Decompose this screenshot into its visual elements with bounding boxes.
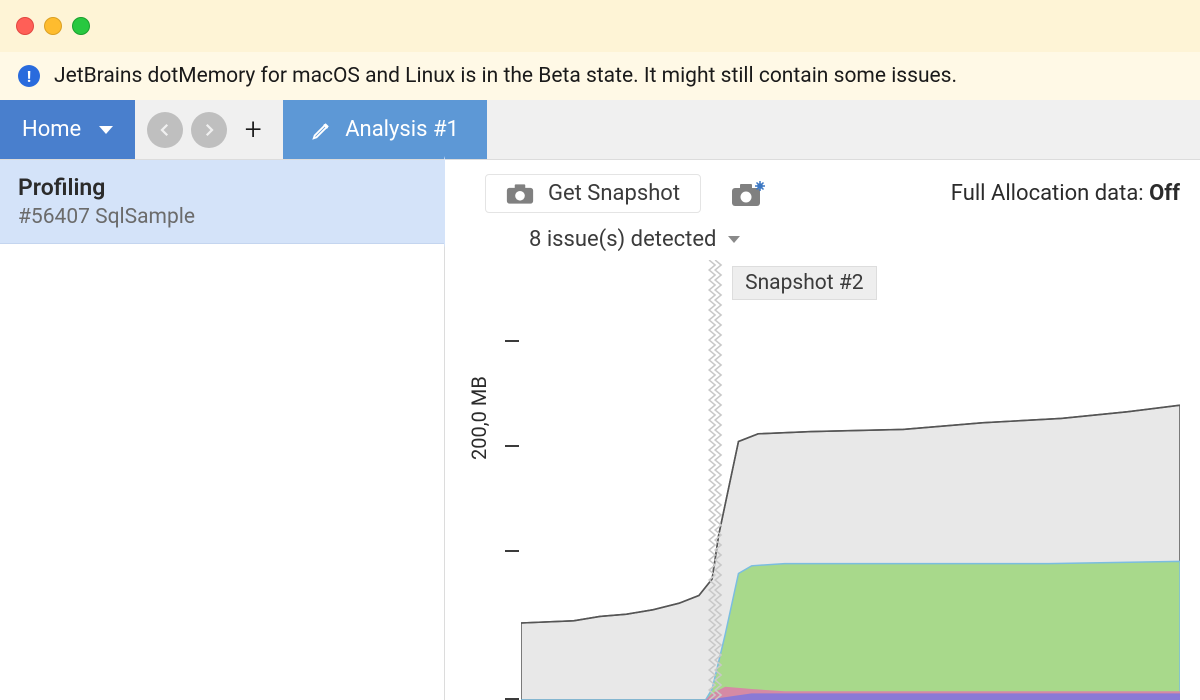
home-tab[interactable]: Home (0, 100, 135, 159)
get-snapshot-button[interactable]: Get Snapshot (485, 174, 701, 213)
nav-forward-button[interactable] (191, 112, 227, 148)
profiling-subtitle: #56407 SqlSample (18, 205, 426, 229)
alloc-value: Off (1149, 181, 1180, 206)
alloc-prefix: Full Allocation data: (951, 181, 1149, 206)
home-tab-label: Home (22, 117, 81, 142)
snapshot-settings-button[interactable] (731, 181, 765, 207)
content: Get Snapshot Full Allocation data: Off 8 (445, 160, 1200, 700)
camera-icon (506, 183, 534, 205)
dropdown-icon (99, 126, 113, 134)
issues-dropdown[interactable]: 8 issue(s) detected (485, 227, 1180, 252)
nav-buttons: + (135, 100, 283, 159)
chart-svg (521, 260, 1180, 700)
banner-text: JetBrains dotMemory for macOS and Linux … (54, 64, 957, 88)
add-tab-button[interactable]: + (235, 112, 271, 148)
camera-gear-icon (731, 181, 765, 207)
toolbar: Get Snapshot Full Allocation data: Off (485, 174, 1180, 213)
main: Profiling #56407 SqlSample Get Snapshot (0, 160, 1200, 700)
titlebar (0, 0, 1200, 52)
nav-back-button[interactable] (147, 112, 183, 148)
analysis-tab[interactable]: Analysis #1 (283, 100, 487, 159)
axis-tick (505, 340, 519, 342)
get-snapshot-label: Get Snapshot (548, 181, 680, 206)
profiling-title: Profiling (18, 174, 426, 201)
allocation-data-label: Full Allocation data: Off (951, 181, 1180, 206)
info-icon: ! (18, 65, 40, 87)
axis-tick (505, 445, 519, 447)
y-axis-label: 200,0 MB (467, 376, 491, 460)
memory-chart[interactable]: 200,0 MB Snapshot #2 (485, 260, 1180, 700)
beta-banner: ! JetBrains dotMemory for macOS and Linu… (0, 52, 1200, 100)
sidebar-item-profiling[interactable]: Profiling #56407 SqlSample (0, 160, 444, 244)
chevron-down-icon (728, 236, 740, 243)
maximize-window-button[interactable] (72, 17, 90, 35)
analysis-tab-label: Analysis #1 (345, 117, 459, 142)
sidebar: Profiling #56407 SqlSample (0, 160, 445, 700)
pencil-icon (311, 119, 333, 141)
tabbar: Home + Analysis #1 (0, 100, 1200, 160)
axis-tick (505, 550, 519, 552)
minimize-window-button[interactable] (44, 17, 62, 35)
issues-label: 8 issue(s) detected (529, 227, 716, 252)
close-window-button[interactable] (16, 17, 34, 35)
